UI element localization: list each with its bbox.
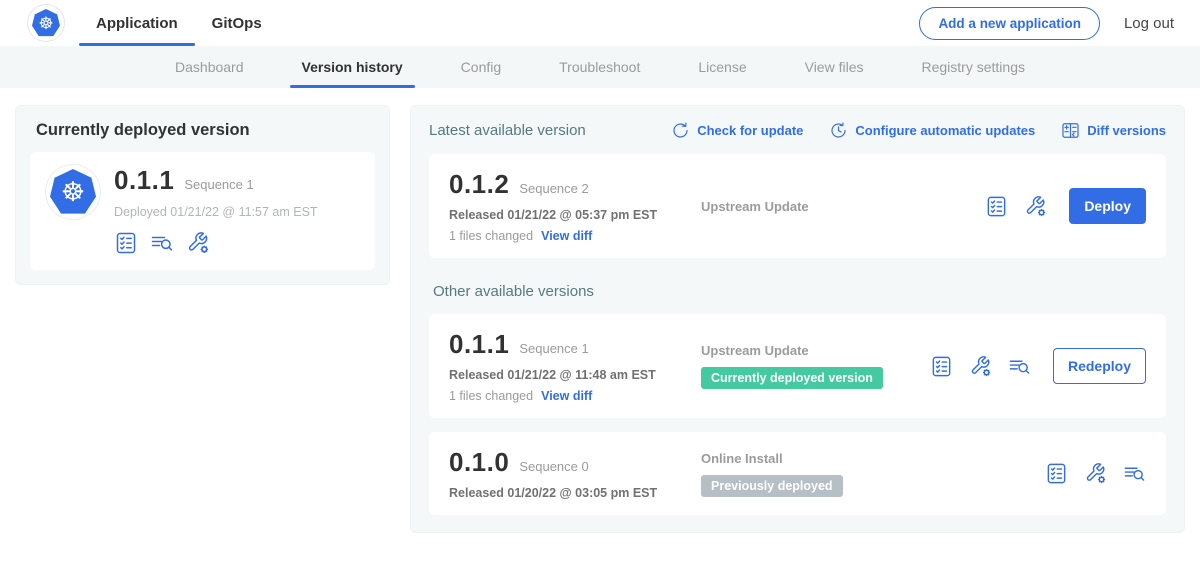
kubernetes-wheel-icon: ☸ [38, 15, 53, 32]
version-row: 0.1.1 Sequence 1 Released 01/21/22 @ 11:… [429, 314, 1166, 418]
view-diff-link[interactable]: View diff [541, 389, 592, 403]
sub-nav: Dashboard Version history Config Trouble… [0, 46, 1200, 88]
check-for-update-link[interactable]: Check for update [671, 121, 803, 140]
version-number: 0.1.2 [449, 169, 509, 200]
subtab-registry-settings[interactable]: Registry settings [922, 46, 1025, 88]
deployed-version-number: 0.1.1 [114, 165, 174, 196]
previously-deployed-badge: Previously deployed [701, 475, 843, 497]
version-actions: Deploy [985, 188, 1146, 224]
other-versions-title: Other available versions [433, 283, 1162, 300]
deploy-logs-icon[interactable] [150, 231, 174, 255]
deploy-logs-icon[interactable] [1008, 355, 1031, 378]
kubernetes-heptagon: ☸ [32, 9, 60, 37]
version-source: Upstream Update Currently deployed versi… [701, 343, 930, 389]
tab-gitops-label: GitOps [212, 15, 262, 32]
released-timestamp: Released 01/21/22 @ 11:48 am EST [449, 368, 701, 382]
preflight-checklist-icon[interactable] [1045, 462, 1068, 485]
released-timestamp: Released 01/20/22 @ 03:05 pm EST [449, 486, 701, 500]
deployed-sequence: Sequence 1 [184, 177, 253, 192]
subtab-config[interactable]: Config [461, 46, 501, 88]
app-logo: ☸ [46, 165, 100, 219]
top-nav-tabs: Application GitOps [94, 0, 264, 46]
tab-application[interactable]: Application [94, 0, 180, 46]
deployed-timestamp: Deployed 01/21/22 @ 11:57 am EST [114, 205, 318, 219]
files-changed: 1 files changed [449, 229, 533, 243]
config-wrench-icon[interactable] [969, 355, 992, 378]
diff-versions-link[interactable]: Diff versions [1061, 121, 1166, 140]
latest-version-title: Latest available version [429, 122, 586, 139]
version-info: 0.1.1 Sequence 1 Released 01/21/22 @ 11:… [449, 329, 701, 403]
released-timestamp: Released 01/21/22 @ 05:37 pm EST [449, 208, 701, 222]
version-source: Online Install Previously deployed [701, 451, 1045, 497]
subtab-version-history[interactable]: Version history [302, 46, 403, 88]
deployed-actions [114, 231, 318, 255]
version-sequence: Sequence 1 [519, 341, 588, 356]
config-wrench-icon[interactable] [1084, 462, 1107, 485]
configure-automatic-updates-link[interactable]: Configure automatic updates [829, 121, 1035, 140]
panel-header: Latest available version Check for updat… [429, 121, 1166, 140]
top-nav: ☸ Application GitOps Add a new applicati… [0, 0, 1200, 46]
add-application-button[interactable]: Add a new application [919, 7, 1100, 40]
files-changed: 1 files changed [449, 389, 533, 403]
version-sequence: Sequence 2 [519, 181, 588, 196]
version-source: Upstream Update [701, 199, 985, 214]
version-actions [1045, 462, 1146, 485]
currently-deployed-card: Currently deployed version ☸ 0.1.1 Seque… [15, 105, 390, 285]
kubernetes-heptagon: ☸ [50, 169, 96, 215]
deployed-version-card: ☸ 0.1.1 Sequence 1 Deployed 01/21/22 @ 1… [30, 152, 375, 270]
version-info: 0.1.0 Sequence 0 Released 01/20/22 @ 03:… [449, 447, 701, 500]
top-nav-right: Add a new application Log out [919, 7, 1174, 40]
preflight-checklist-icon[interactable] [114, 231, 138, 255]
version-row: 0.1.2 Sequence 2 Released 01/21/22 @ 05:… [429, 154, 1166, 258]
diff-icon [1061, 121, 1080, 140]
version-actions: Redeploy [930, 348, 1146, 384]
tab-application-label: Application [96, 15, 178, 32]
version-info: 0.1.2 Sequence 2 Released 01/21/22 @ 05:… [449, 169, 701, 243]
config-wrench-icon[interactable] [1024, 195, 1047, 218]
version-number: 0.1.1 [449, 329, 509, 360]
version-number: 0.1.0 [449, 447, 509, 478]
subtab-troubleshoot[interactable]: Troubleshoot [559, 46, 640, 88]
preflight-checklist-icon[interactable] [930, 355, 953, 378]
kubernetes-logo[interactable]: ☸ [28, 5, 64, 41]
source-label: Online Install [701, 451, 1035, 466]
subtab-view-files[interactable]: View files [805, 46, 864, 88]
kubernetes-wheel-icon: ☸ [61, 179, 85, 206]
logout-button[interactable]: Log out [1124, 15, 1174, 32]
source-label: Upstream Update [701, 199, 975, 214]
main-content: Currently deployed version ☸ 0.1.1 Seque… [0, 88, 1200, 550]
source-label: Upstream Update [701, 343, 920, 358]
version-row: 0.1.0 Sequence 0 Released 01/20/22 @ 03:… [429, 432, 1166, 515]
refresh-icon [671, 121, 690, 140]
deployed-version-info: 0.1.1 Sequence 1 Deployed 01/21/22 @ 11:… [114, 165, 318, 255]
preflight-checklist-icon[interactable] [985, 195, 1008, 218]
tab-gitops[interactable]: GitOps [210, 0, 264, 46]
config-wrench-icon[interactable] [186, 231, 210, 255]
subtab-dashboard[interactable]: Dashboard [175, 46, 244, 88]
deployed-card-title: Currently deployed version [36, 121, 369, 140]
subtab-license[interactable]: License [698, 46, 746, 88]
panel-actions: Check for update Configure automatic upd… [671, 121, 1166, 140]
view-diff-link[interactable]: View diff [541, 229, 592, 243]
deploy-logs-icon[interactable] [1123, 462, 1146, 485]
deploy-button[interactable]: Deploy [1069, 188, 1146, 224]
version-history-panel: Latest available version Check for updat… [410, 105, 1185, 533]
currently-deployed-badge: Currently deployed version [701, 367, 883, 389]
version-sequence: Sequence 0 [519, 459, 588, 474]
clock-refresh-icon [829, 121, 848, 140]
redeploy-button[interactable]: Redeploy [1053, 348, 1146, 384]
